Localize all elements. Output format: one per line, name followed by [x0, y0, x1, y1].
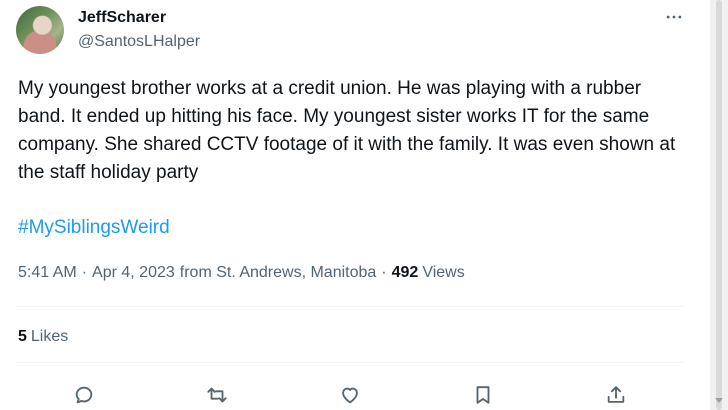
more-horizontal-icon — [666, 15, 682, 19]
scrollbar[interactable] — [710, 0, 728, 410]
author-handle[interactable]: @SantosLHalper — [78, 33, 200, 51]
bookmark-button[interactable] — [468, 380, 498, 410]
reply-button[interactable] — [69, 380, 99, 410]
retweet-button[interactable] — [202, 380, 232, 410]
tweet-card: JeffScharer @SantosLHalper My youngest b… — [0, 0, 700, 410]
tweet-text: My youngest brother works at a credit un… — [18, 78, 676, 183]
like-button[interactable] — [335, 380, 365, 410]
meta-separator: · — [381, 264, 387, 281]
divider — [16, 362, 685, 363]
bookmark-icon — [476, 386, 490, 404]
hashtag-link[interactable]: #MySiblingsWeird — [18, 217, 170, 239]
share-button[interactable] — [601, 380, 631, 410]
scroll-down-arrow-icon[interactable] — [715, 398, 723, 403]
action-bar — [0, 380, 700, 410]
scrollbar-thumb[interactable] — [716, 0, 722, 410]
divider — [16, 306, 685, 307]
more-options-button[interactable] — [660, 6, 688, 28]
tweet-location: from St. Andrews, Manitoba — [179, 264, 377, 281]
likes-count: 5 — [18, 328, 27, 345]
tweet-date[interactable]: Apr 4, 2023 — [92, 264, 175, 282]
share-icon — [607, 386, 625, 403]
tweet-time[interactable]: 5:41 AM — [18, 264, 77, 282]
retweet-icon — [207, 387, 227, 403]
likes-label: Likes — [30, 328, 69, 345]
avatar[interactable] — [16, 6, 64, 54]
views-label[interactable]: Views — [422, 264, 464, 282]
meta-separator: · — [81, 264, 88, 281]
likes-link[interactable]: 5 Likes — [18, 328, 68, 346]
author-name[interactable]: JeffScharer — [78, 9, 166, 27]
tweet-meta: 5:41 AM · Apr 4, 2023 from St. Andrews, … — [18, 264, 465, 282]
heart-icon — [342, 387, 358, 404]
reply-icon — [75, 386, 93, 404]
views-count[interactable]: 492 — [392, 264, 419, 282]
